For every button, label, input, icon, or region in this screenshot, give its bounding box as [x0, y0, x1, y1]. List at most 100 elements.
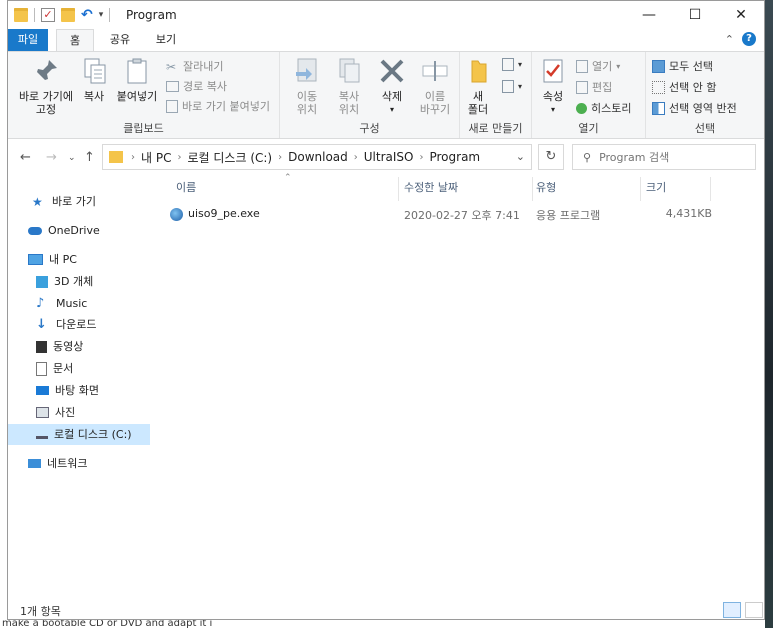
column-divider[interactable] [532, 177, 533, 201]
network-icon [28, 459, 41, 468]
tab-view[interactable]: 보기 [150, 29, 182, 51]
invert-selection-button[interactable]: 선택 영역 반전 [652, 100, 737, 116]
delete-dropdown-icon[interactable]: ▾ [376, 103, 408, 116]
details-view-icon[interactable] [723, 602, 741, 618]
select-group: 모두 선택 선택 안 함 선택 영역 반전 선택 [646, 52, 764, 138]
address-bar[interactable]: › 내 PC › 로컬 디스크 (C:) › Download › UltraI… [102, 144, 532, 170]
column-header-date[interactable]: 수정한 날짜 [404, 177, 530, 201]
breadcrumb-program[interactable]: Program [429, 150, 480, 164]
help-icon[interactable]: ? [742, 32, 756, 46]
back-arrow-icon[interactable]: ← [20, 150, 31, 165]
breadcrumb-this-pc[interactable]: 내 PC [141, 149, 171, 166]
maximize-button[interactable]: ☐ [672, 1, 718, 29]
nav-quick-access[interactable]: ★ 바로 가기 [32, 191, 96, 212]
new-folder-icon[interactable] [61, 8, 75, 22]
column-header-type[interactable]: 유형 [536, 177, 636, 201]
nav-3d-objects[interactable]: 3D 개체 [36, 271, 93, 292]
new-folder-icon [471, 60, 487, 83]
nav-network-label: 네트워크 [47, 457, 88, 470]
edit-label: 편집 [592, 81, 613, 94]
window-title: Program [126, 8, 177, 22]
delete-button[interactable]: 삭제 ▾ [376, 56, 408, 116]
close-button[interactable]: ✕ [718, 1, 764, 29]
pin-quick-access-button[interactable]: 바로 가기에 고정 [12, 56, 80, 116]
table-row[interactable]: uiso9_pe.exe 2020-02-27 오후 7:41 응용 프로그램 … [166, 205, 726, 225]
tab-share[interactable]: 공유 [104, 29, 136, 51]
nav-this-pc[interactable]: 내 PC [28, 249, 77, 270]
nav-onedrive[interactable]: OneDrive [28, 220, 100, 241]
properties-check-icon[interactable]: ✓ [41, 8, 55, 22]
nav-downloads[interactable]: ↓ 다운로드 [36, 314, 96, 335]
easy-access-button[interactable]: ▾ [502, 80, 522, 93]
properties-dropdown-icon[interactable]: ▾ [536, 103, 570, 116]
select-none-button[interactable]: 선택 안 함 [652, 79, 716, 95]
copy-path-button[interactable]: 경로 복사 [166, 78, 227, 94]
paste-shortcut-button[interactable]: 바로 가기 붙여넣기 [166, 98, 270, 114]
nav-documents[interactable]: 문서 [36, 358, 73, 379]
column-divider[interactable] [640, 177, 641, 201]
breadcrumb-separator: › [353, 151, 358, 163]
breadcrumb-ultraiso[interactable]: UltraISO [364, 150, 414, 164]
column-header-name[interactable]: 이름 [176, 177, 398, 201]
customize-toolbar-icon[interactable]: ▾ [99, 10, 104, 20]
column-header-size[interactable]: 크기 [646, 177, 706, 201]
history-icon [576, 102, 587, 114]
invert-selection-icon [652, 101, 665, 115]
tab-home[interactable]: 홈 [56, 29, 94, 51]
undo-icon[interactable]: ↶ [81, 7, 93, 23]
search-input[interactable] [597, 149, 742, 165]
column-divider[interactable] [710, 177, 711, 201]
open-group: 속성 ▾ 열기 ▾ 편집 히스토리 열기 [532, 52, 646, 138]
open-button[interactable]: 열기 ▾ [576, 58, 620, 74]
large-icons-view-icon[interactable] [745, 602, 763, 618]
address-dropdown-icon[interactable]: ⌄ [516, 150, 525, 163]
pin-icon [36, 60, 57, 81]
recent-locations-icon[interactable]: ⌄ [68, 153, 76, 163]
edit-button[interactable]: 편집 [576, 79, 612, 95]
select-all-label: 모두 선택 [669, 60, 713, 73]
organize-group-label: 구성 [359, 122, 380, 135]
breadcrumb-local-disk[interactable]: 로컬 디스크 (C:) [187, 149, 272, 166]
forward-arrow-icon[interactable]: → [46, 150, 57, 165]
new-folder-button[interactable]: 새 폴더 [464, 56, 492, 116]
nav-desktop[interactable]: 바탕 화면 [36, 380, 99, 401]
nav-pictures[interactable]: 사진 [36, 402, 75, 423]
file-explorer-window: ✓ ↶ ▾ Program — ☐ ✕ 파일 홈 공유 보기 ⌃ ? 바로 가기… [7, 0, 765, 620]
picture-icon [36, 407, 49, 418]
nav-local-disk-label: 로컬 디스크 (C:) [54, 428, 132, 441]
properties-button[interactable]: 속성 ▾ [536, 56, 570, 116]
rename-button[interactable]: 이름 바꾸기 [414, 56, 456, 116]
nav-3d-objects-label: 3D 개체 [54, 275, 94, 288]
cut-button[interactable]: ✂ 잘라내기 [166, 58, 223, 74]
nav-videos[interactable]: 동영상 [36, 336, 83, 357]
new-folder-label-2: 폴더 [467, 103, 489, 116]
delete-label: 삭제 [381, 90, 403, 103]
column-divider[interactable] [398, 177, 399, 201]
minimize-button[interactable]: — [626, 1, 672, 29]
paste-button[interactable]: 붙여넣기 [112, 56, 162, 103]
breadcrumb-download[interactable]: Download [288, 150, 348, 164]
refresh-icon[interactable]: ↻ [538, 144, 564, 170]
tab-file[interactable]: 파일 [8, 29, 48, 51]
search-box[interactable]: ⚲ [572, 144, 756, 170]
new-item-button[interactable]: ▾ [502, 58, 522, 71]
nav-music[interactable]: ♪ Music [36, 293, 87, 314]
file-size: 4,431KB [665, 207, 712, 220]
move-to-button[interactable]: 이동 위치 [290, 56, 324, 116]
copy-to-icon [339, 58, 360, 83]
nav-network[interactable]: 네트워크 [28, 453, 87, 474]
up-arrow-icon[interactable]: ↑ [84, 150, 95, 165]
history-button[interactable]: 히스토리 [576, 100, 631, 116]
nav-local-disk[interactable]: 로컬 디스크 (C:) [8, 424, 150, 445]
file-type: 응용 프로그램 [536, 209, 601, 222]
copy-button[interactable]: 복사 [80, 56, 108, 103]
pin-label-line2: 고정 [35, 103, 57, 116]
select-all-icon [652, 59, 665, 73]
new-group-label: 새로 만들기 [468, 122, 523, 135]
copy-to-button[interactable]: 복사 위치 [332, 56, 366, 116]
properties-icon [543, 59, 563, 83]
collapse-ribbon-icon[interactable]: ⌃ [725, 33, 734, 46]
computer-icon [28, 254, 43, 265]
music-note-icon: ♪ [36, 295, 45, 311]
select-all-button[interactable]: 모두 선택 [652, 58, 713, 74]
